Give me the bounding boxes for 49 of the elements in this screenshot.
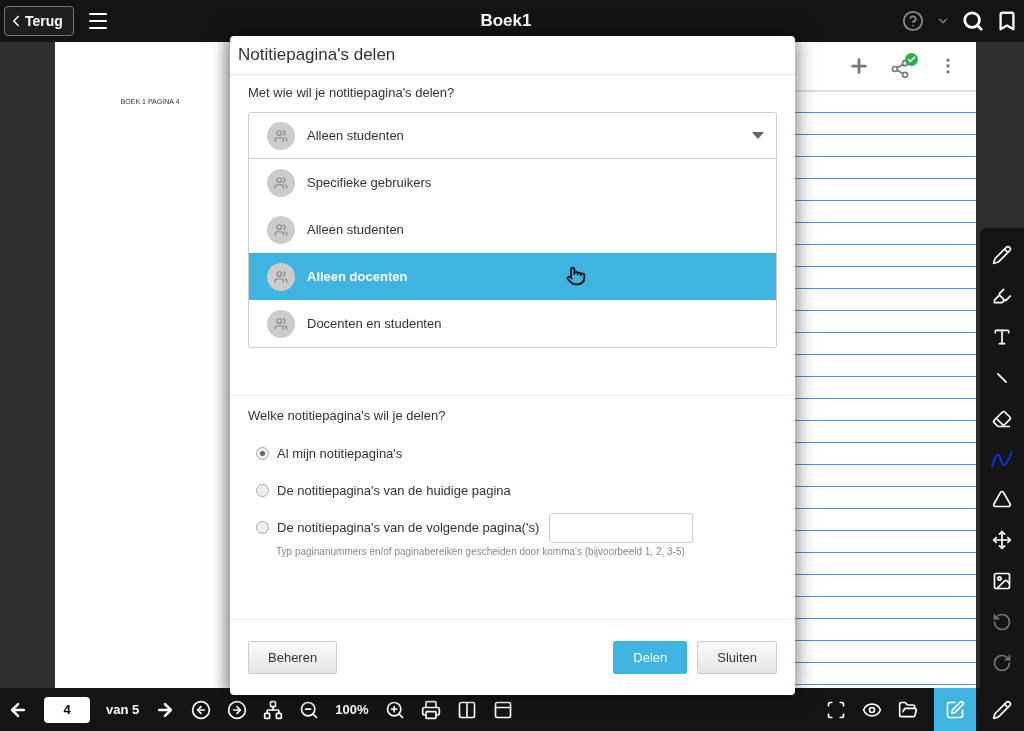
- help-icon[interactable]: [902, 10, 924, 32]
- group-icon: [267, 309, 295, 338]
- dialog-button[interactable]: Beheren: [248, 641, 338, 674]
- zoom-in-icon[interactable]: [384, 699, 405, 720]
- window-title: Boek1: [479, 11, 533, 31]
- back-circle-icon[interactable]: [191, 699, 212, 720]
- question-text: Welke notitiepagina's wil je delen?: [248, 408, 447, 423]
- page-number-field[interactable]: 4: [44, 696, 90, 723]
- group-icon: [267, 168, 295, 197]
- page-total: van 5: [106, 702, 140, 717]
- group-icon: [267, 121, 295, 150]
- radio-label: Al mijn notitiepagina's: [277, 446, 403, 461]
- pages-input-field[interactable]: [549, 512, 694, 543]
- print-icon[interactable]: [420, 699, 441, 720]
- question-text: Met wie wil je notitiepagina's delen?: [248, 85, 456, 100]
- fit-screen-icon[interactable]: [826, 699, 846, 720]
- zoom-level: 100%: [335, 702, 369, 717]
- undo-icon[interactable]: [992, 612, 1012, 633]
- radio-label: De notitiepagina's van de huidige pagina: [277, 483, 511, 498]
- hint-text: Typ paginanummers en/of paginabereiken gescheiden door komma's (bijvoorbeeld 1, 2, 3-5): [275, 546, 686, 557]
- radio-button[interactable]: [256, 447, 269, 460]
- split-page-icon[interactable]: [456, 699, 477, 720]
- redo-icon[interactable]: [992, 653, 1012, 674]
- panel-icon[interactable]: [492, 699, 513, 720]
- radio-button[interactable]: [256, 484, 269, 497]
- group-icon: [267, 262, 295, 291]
- move-icon[interactable]: [992, 530, 1012, 551]
- pencil-icon[interactable]: [992, 244, 1012, 265]
- plus-icon[interactable]: [848, 55, 870, 77]
- dialog-button[interactable]: Sluiten: [697, 641, 777, 674]
- image-icon[interactable]: [992, 571, 1012, 592]
- edit-icon: [945, 699, 965, 720]
- zoom-out-icon[interactable]: [299, 699, 320, 720]
- radio-label: De notitiepagina's van de volgende pagina('s): [277, 520, 540, 535]
- bookmark-icon[interactable]: [996, 10, 1018, 32]
- ruler-triangle-icon[interactable]: [992, 489, 1012, 509]
- radio-button[interactable]: [256, 521, 269, 534]
- eraser-icon[interactable]: [992, 408, 1012, 429]
- dialog-title: Notitiepagina's delen: [230, 36, 795, 75]
- group-icon: [267, 215, 295, 244]
- pencil-icon[interactable]: [992, 699, 1012, 720]
- search-icon[interactable]: [962, 10, 984, 32]
- check-badge-icon: [905, 53, 918, 66]
- folder-icon[interactable]: [898, 699, 918, 720]
- forward-circle-icon[interactable]: [227, 699, 248, 720]
- tree-icon[interactable]: [263, 699, 284, 720]
- highlighter-icon[interactable]: [992, 285, 1012, 306]
- caret-icon: [752, 132, 764, 139]
- back-button[interactable]: Terug: [4, 6, 74, 36]
